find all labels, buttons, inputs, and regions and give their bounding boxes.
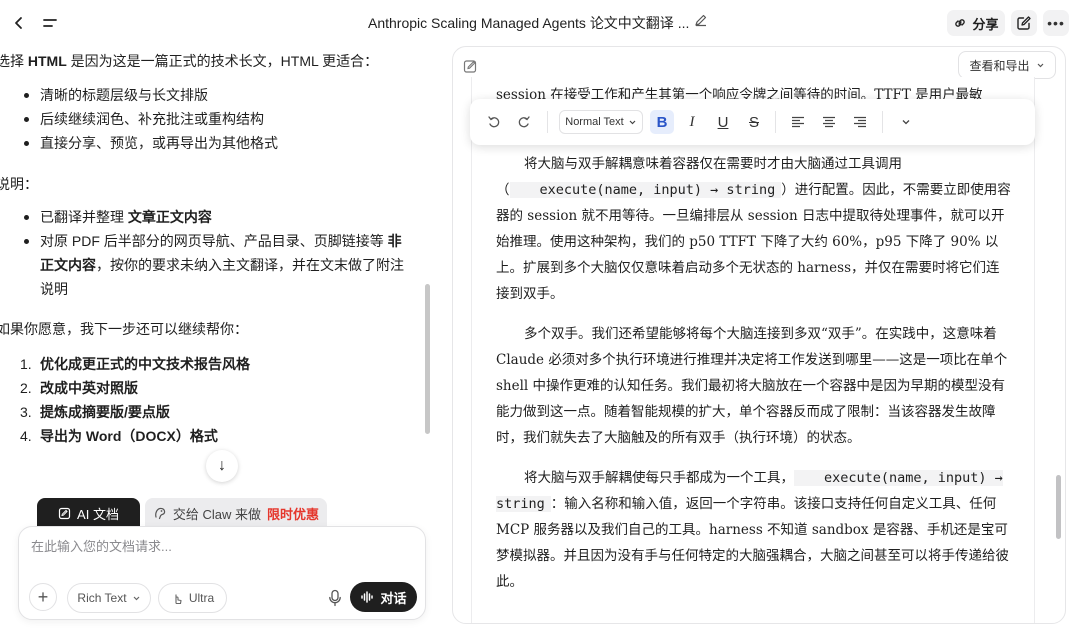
chat-message: 选择 HTML 是因为这是一篇正式的技术长文，HTML 更适合： 清晰的标题层级… [0, 44, 420, 474]
formatting-toolbar: Normal Text B I U S [470, 99, 1035, 145]
toolbar-divider [547, 111, 548, 133]
bullet [24, 117, 29, 122]
chevron-down-icon [902, 120, 910, 125]
scroll-to-bottom-button[interactable]: ↓ [206, 450, 238, 482]
document-page[interactable]: session 在接受工作和产生其第一个响应令牌之间等待的时间。TTFT 是用户… [471, 77, 1035, 623]
toolbar-divider [882, 111, 883, 133]
list-number: 2. [20, 380, 32, 396]
back-button[interactable] [6, 10, 32, 36]
next-step-item: 优化成更正式的中文技术报告风格 [40, 356, 250, 372]
align-center-icon [823, 116, 835, 128]
share-label: 分享 [972, 16, 999, 32]
list-number: 3. [20, 404, 32, 420]
list-number: 1. [20, 356, 32, 372]
strikethrough-icon: S [748, 113, 759, 131]
paragraph-style-select[interactable]: Normal Text [559, 110, 643, 134]
edit-document-button[interactable] [1011, 10, 1037, 36]
top-bar: Anthropic Scaling Managed Agents 论文中文翻译 … [0, 0, 1080, 44]
ultra-model-toggle[interactable]: Ultra [158, 583, 227, 613]
italic-button[interactable]: I [680, 110, 704, 134]
reason-item: 后续继续润色、补充批注或重构结构 [40, 111, 264, 127]
bullet [24, 141, 29, 146]
align-right-icon [854, 116, 866, 128]
conversation-button[interactable]: 对话 [350, 582, 417, 612]
chevron-left-icon [15, 17, 22, 29]
document-request-input[interactable] [31, 539, 411, 554]
sound-wave-icon [361, 591, 374, 603]
next-step-item: 改成中英对照版 [40, 380, 138, 396]
underline-icon: U [717, 113, 729, 131]
tab-ai-document[interactable]: AI 文档 [37, 498, 140, 528]
chevron-down-icon [629, 120, 636, 124]
undo-icon [488, 116, 500, 128]
redo-button[interactable] [512, 110, 536, 134]
strikethrough-button[interactable]: S [742, 110, 766, 134]
claw-icon [155, 507, 166, 520]
align-center-button[interactable] [817, 110, 841, 134]
underline-button[interactable]: U [711, 110, 735, 134]
notes-heading: 说明： [0, 176, 38, 192]
bullet [24, 93, 29, 98]
align-right-button[interactable] [848, 110, 872, 134]
document-panel: 查看和导出 session 在接受工作和产生其第一个响应令牌之间等待的时间。TT… [452, 46, 1066, 624]
chevron-down-icon [1037, 63, 1043, 67]
composer: + Rich Text Ultra 对话 [18, 526, 426, 620]
rename-title-button[interactable] [694, 13, 712, 31]
arrow-down-icon: ↓ [218, 457, 226, 474]
menu-icon [43, 19, 57, 27]
add-attachment-button[interactable]: + [29, 583, 57, 611]
link-icon [955, 19, 966, 27]
redo-icon [518, 116, 530, 128]
document-edit-icon [58, 507, 71, 519]
reason-item: 清晰的标题层级与长文排版 [40, 87, 208, 103]
more-dots-icon: ••• [1047, 15, 1065, 31]
sparkle-icon [175, 594, 182, 604]
more-button[interactable]: ••• [1043, 10, 1069, 36]
inline-code: execute(name, input) → string [509, 182, 782, 198]
document-paragraph: 将大脑与双手解耦意味着容器仅在需要时才由大脑通过工具调用（ execute(nam… [496, 156, 1011, 302]
more-formatting-button[interactable] [894, 110, 918, 134]
view-and-export-button[interactable]: 查看和导出 [958, 51, 1056, 79]
bold-icon: B [656, 113, 668, 131]
bold-button[interactable]: B [650, 110, 674, 134]
edit-square-icon [1017, 16, 1031, 30]
next-step-item: 导出为 Word（DOCX）格式 [40, 428, 218, 444]
document-paragraph: 将大脑与双手解耦使每只手都成为一个工具， execute(name, input)… [496, 470, 1009, 590]
chat-scrollbar[interactable] [425, 284, 430, 434]
pencil-icon [695, 14, 707, 27]
voice-input-button[interactable] [325, 587, 345, 609]
document-scrollbar[interactable] [1056, 475, 1061, 539]
bullet [24, 239, 29, 244]
italic-icon: I [689, 113, 695, 130]
annotations-button[interactable] [463, 59, 479, 75]
undo-button[interactable] [482, 110, 506, 134]
share-button[interactable]: 分享 [947, 10, 1005, 36]
reason-item: 直接分享、预览，或再导出为其他格式 [40, 135, 278, 151]
intro-line: 选择 HTML 是因为这是一篇正式的技术长文，HTML 更适合： [0, 53, 379, 69]
rich-text-mode-select[interactable]: Rich Text [67, 583, 151, 613]
tab-claw[interactable]: 交给 Claw 来做 限时优惠 [145, 498, 327, 528]
promo-badge: 限时优惠 [267, 506, 320, 522]
menu-button[interactable] [37, 10, 63, 36]
note-item: 对原 PDF 后半部分的网页导航、产品目录、页脚链接等 非正文内容，按你的要求未… [40, 233, 404, 297]
chat-panel: 选择 HTML 是因为这是一篇正式的技术长文，HTML 更适合： 清晰的标题层级… [0, 44, 436, 635]
microphone-icon [329, 589, 341, 607]
align-left-icon [792, 116, 804, 128]
document-paragraph: 多个双手。我们还希望能够将每个大脑连接到多双“双手”。在实践中，这意味着 Cla… [496, 326, 1008, 446]
chevron-down-icon [133, 596, 139, 600]
bullet [24, 215, 29, 220]
document-title[interactable]: Anthropic Scaling Managed Agents 论文中文翻译 … [368, 13, 689, 33]
next-step-item: 提炼成摘要版/要点版 [40, 404, 170, 420]
toolbar-divider [775, 111, 776, 133]
note-item: 已翻译并整理 文章正文内容 [40, 209, 212, 225]
next-heading: 如果你愿意，我下一步还可以继续帮你： [0, 321, 248, 337]
note-edit-icon [463, 60, 477, 73]
plus-icon: + [37, 586, 49, 607]
list-number: 4. [20, 428, 32, 444]
align-left-button[interactable] [786, 110, 810, 134]
